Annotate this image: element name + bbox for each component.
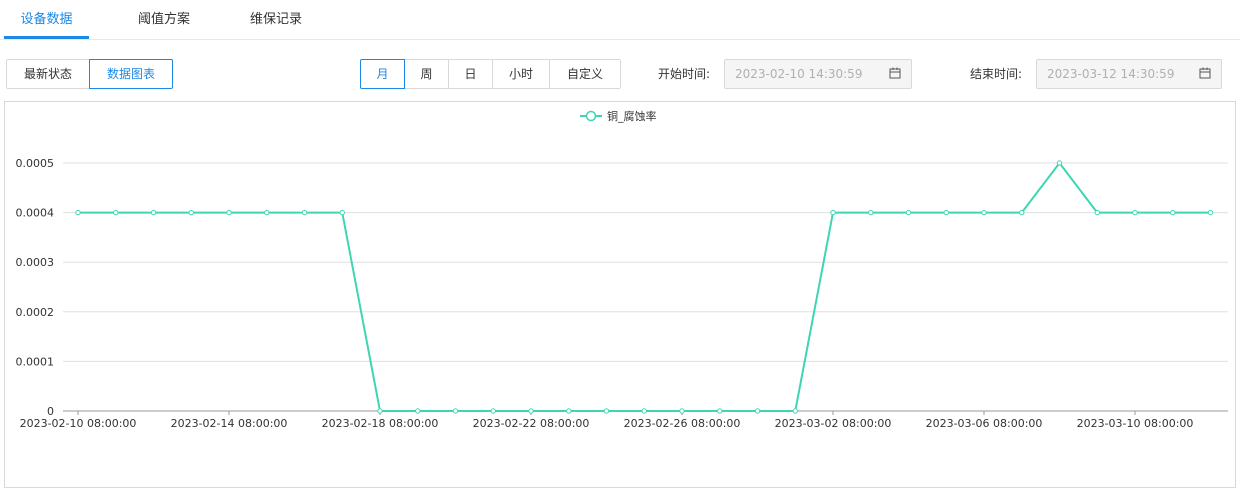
start-time-value: 2023-02-10 14:30:59 (735, 67, 863, 81)
x-tick-label: 2023-02-10 08:00:00 (20, 417, 137, 430)
data-point (452, 408, 459, 414)
legend-label: 铜_腐蚀率 (607, 109, 657, 123)
start-time-input[interactable]: 2023-02-10 14:30:59 (724, 59, 912, 89)
data-point (226, 209, 232, 216)
period-hour-button[interactable]: 小时 (492, 59, 550, 89)
x-tick-label: 2023-02-18 08:00:00 (322, 417, 439, 430)
data-point (339, 209, 345, 216)
data-point (1207, 209, 1214, 216)
y-tick-label: 0.0005 (16, 157, 55, 170)
data-point (943, 209, 949, 216)
x-tick-label: 2023-02-22 08:00:00 (473, 417, 590, 430)
calendar-icon[interactable] (1199, 67, 1211, 79)
period-month-button[interactable]: 月 (360, 59, 405, 89)
data-point (1132, 209, 1138, 216)
tab-maintenance-records[interactable]: 维保记录 (236, 0, 316, 39)
calendar-icon[interactable] (889, 67, 901, 79)
data-point (792, 408, 798, 414)
y-tick-label: 0.0001 (16, 355, 55, 368)
data-point (528, 408, 534, 414)
start-time-label: 开始时间: (658, 67, 711, 81)
data-point (830, 209, 836, 216)
y-tick-label: 0.0002 (16, 306, 55, 319)
data-point (905, 209, 912, 216)
x-tick-label: 2023-02-26 08:00:00 (624, 417, 741, 430)
x-tick-label: 2023-03-02 08:00:00 (775, 417, 892, 430)
line-chart: 00.00010.00020.00030.00040.00052023-02-1… (16, 109, 1228, 430)
data-chart-button[interactable]: 数据图表 (89, 59, 173, 89)
data-point (868, 209, 874, 216)
view-toggle: 最新状态 数据图表 (6, 59, 173, 89)
period-custom-button[interactable]: 自定义 (549, 59, 621, 89)
period-selector: 月 周 日 小时 自定义 (360, 59, 621, 89)
data-point (377, 408, 383, 414)
end-time-value: 2023-03-12 14:30:59 (1047, 67, 1175, 81)
data-point (113, 209, 119, 216)
data-point (301, 209, 308, 216)
y-tick-label: 0.0004 (16, 207, 55, 220)
data-point (717, 408, 723, 414)
data-point (415, 408, 421, 414)
tab-device-data[interactable]: 设备数据 (4, 0, 89, 39)
y-tick-label: 0.0003 (16, 256, 55, 269)
chart-panel: 0 0.0001 0.0002 0.0003 0.0004 0.0005 2023-02-1… (4, 101, 1236, 488)
tab-threshold-scheme[interactable]: 阈值方案 (124, 0, 204, 39)
data-point (566, 408, 572, 414)
data-point (679, 408, 685, 414)
data-point (264, 209, 270, 216)
data-point (754, 408, 761, 414)
end-time-input[interactable]: 2023-03-12 14:30:59 (1036, 59, 1222, 89)
data-point (603, 408, 610, 414)
data-point (150, 209, 157, 216)
data-point (1019, 209, 1025, 216)
data-point (1094, 209, 1100, 216)
data-point (1170, 209, 1176, 216)
legend-marker (585, 110, 597, 122)
data-point (188, 209, 194, 216)
x-tick-label: 2023-03-10 08:00:00 (1077, 417, 1194, 430)
data-point (75, 209, 81, 216)
x-tick-label: 2023-02-14 08:00:00 (171, 417, 288, 430)
data-point (490, 408, 496, 414)
period-day-button[interactable]: 日 (448, 59, 493, 89)
tab-bar: 设备数据 阈值方案 维保记录 (0, 0, 1240, 40)
end-time-label: 结束时间: (970, 67, 1023, 81)
data-point (1056, 160, 1063, 166)
latest-status-button[interactable]: 最新状态 (6, 59, 90, 89)
series-line (78, 161, 1211, 412)
data-point (981, 209, 987, 216)
active-tab-indicator (4, 36, 89, 39)
data-point (641, 408, 647, 414)
x-tick-label: 2023-03-06 08:00:00 (926, 417, 1043, 430)
period-week-button[interactable]: 周 (404, 59, 449, 89)
